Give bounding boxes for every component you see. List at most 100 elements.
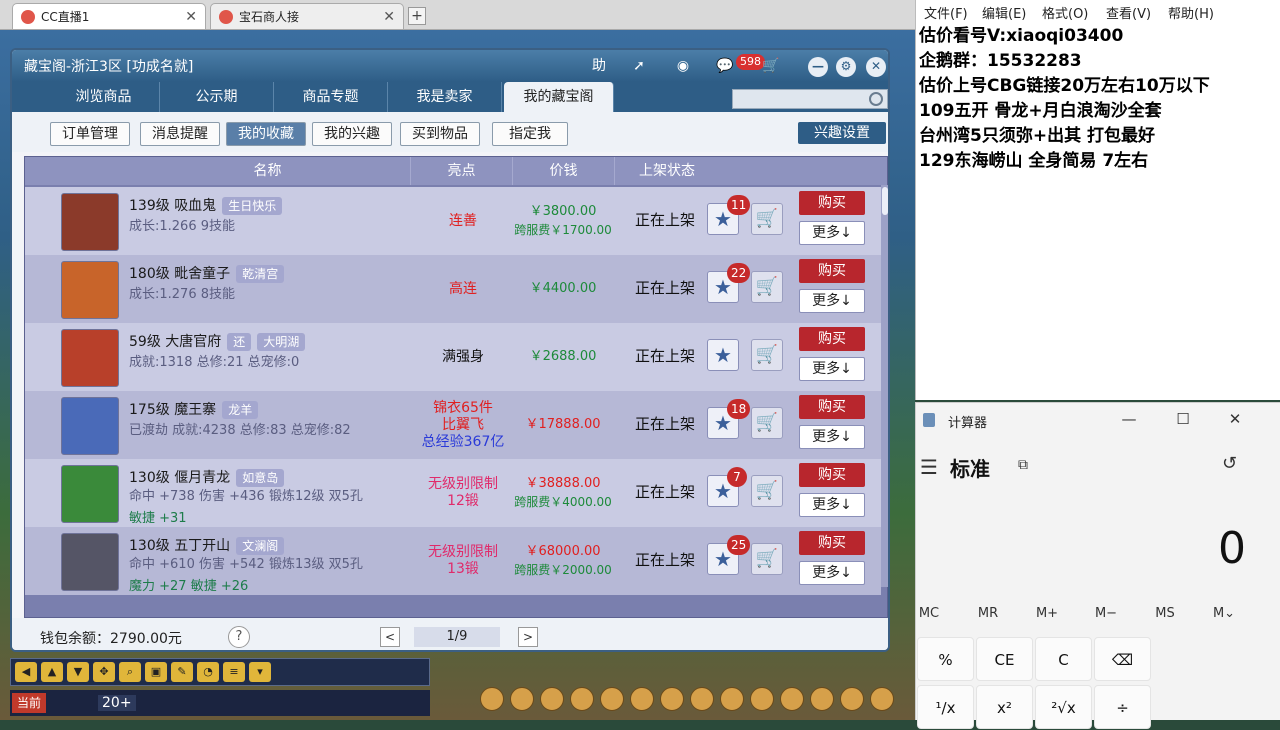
- buy-button[interactable]: 购买: [799, 531, 865, 555]
- cart-icon[interactable]: 🛒: [758, 54, 784, 78]
- scroll-thumb[interactable]: [882, 187, 888, 215]
- help-icon[interactable]: ?: [228, 626, 250, 648]
- notifications-button[interactable]: 消息提醒: [140, 122, 220, 146]
- memory-add-button[interactable]: M+: [1022, 606, 1072, 621]
- shortcut-icon[interactable]: [840, 687, 864, 711]
- more-button[interactable]: 更多↓: [799, 289, 865, 313]
- memory-clear-button[interactable]: MC: [904, 606, 954, 621]
- memory-recall-button[interactable]: MR: [963, 606, 1013, 621]
- assigned-to-me-button[interactable]: 指定我: [492, 122, 568, 146]
- arrow-up-icon[interactable]: ▲: [41, 662, 63, 682]
- square-key[interactable]: x²: [976, 685, 1033, 729]
- shortcut-icon[interactable]: [510, 687, 534, 711]
- list-item[interactable]: 59级 大唐官府还大明湖 成就:1318 总修:21 总宠修:0 满强身 ￥2688.…: [25, 323, 881, 391]
- settings-gear-icon[interactable]: ⚙: [836, 57, 856, 77]
- more-button[interactable]: 更多↓: [799, 221, 865, 245]
- menu-view[interactable]: 查看(V): [1106, 3, 1151, 22]
- more-button[interactable]: 更多↓: [799, 357, 865, 381]
- shortcut-icon[interactable]: [810, 687, 834, 711]
- shortcut-icon[interactable]: [540, 687, 564, 711]
- sqrt-key[interactable]: ²√x: [1035, 685, 1092, 729]
- minimize-button[interactable]: —: [808, 57, 828, 77]
- list-item[interactable]: 175级 魔王寨 龙羊 已渡劫 成就:4238 总修:83 总宠修:82 锦衣65件比…: [25, 391, 881, 459]
- favorite-star-icon[interactable]: ★: [707, 339, 739, 371]
- add-to-cart-icon[interactable]: 🛒: [751, 271, 783, 303]
- interests-button[interactable]: 我的兴趣: [312, 122, 392, 146]
- shortcut-icon[interactable]: [750, 687, 774, 711]
- chat-bubble-icon[interactable]: ◔: [197, 662, 219, 682]
- close-button[interactable]: ✕: [866, 57, 886, 77]
- add-to-cart-icon[interactable]: 🛒: [751, 203, 783, 235]
- prev-page-button[interactable]: <: [380, 627, 400, 647]
- maximize-icon[interactable]: ☐: [1168, 409, 1198, 429]
- more-button[interactable]: 更多↓: [799, 425, 865, 449]
- buy-button[interactable]: 购买: [799, 191, 865, 215]
- share-icon[interactable]: ➚: [626, 54, 652, 78]
- reciprocal-key[interactable]: ¹/x: [917, 685, 974, 729]
- minimize-icon[interactable]: —: [1114, 409, 1144, 429]
- item-avatar[interactable]: [61, 397, 119, 455]
- memory-list-button[interactable]: M⌄: [1199, 606, 1249, 621]
- search-input[interactable]: [732, 89, 888, 109]
- buy-button[interactable]: 购买: [799, 395, 865, 419]
- add-to-cart-icon[interactable]: 🛒: [751, 475, 783, 507]
- menu-format[interactable]: 格式(O): [1042, 3, 1088, 22]
- menu-file[interactable]: 文件(F): [924, 3, 968, 22]
- tab-seller[interactable]: 我是卖家: [388, 82, 502, 112]
- menu-edit[interactable]: 编辑(E): [982, 3, 1026, 22]
- interest-settings-button[interactable]: 兴趣设置: [798, 122, 886, 144]
- scrollbar[interactable]: [881, 185, 888, 587]
- dropdown-icon[interactable]: ▾: [249, 662, 271, 682]
- item-avatar[interactable]: [61, 465, 119, 523]
- shortcut-icon[interactable]: [480, 687, 504, 711]
- shortcut-icon[interactable]: [780, 687, 804, 711]
- record-icon[interactable]: ◉: [670, 54, 696, 78]
- add-to-cart-icon[interactable]: 🛒: [751, 543, 783, 575]
- arrow-down-icon[interactable]: ▼: [67, 662, 89, 682]
- shortcut-icon[interactable]: [630, 687, 654, 711]
- item-avatar[interactable]: [61, 193, 119, 251]
- shortcut-icon[interactable]: [690, 687, 714, 711]
- next-page-button[interactable]: >: [518, 627, 538, 647]
- help-button[interactable]: 助: [586, 54, 612, 78]
- more-button[interactable]: 更多↓: [799, 561, 865, 585]
- chat-mode-button[interactable]: 当前: [12, 693, 46, 713]
- tab-my-pavilion[interactable]: 我的藏宝阁: [504, 82, 614, 112]
- shortcut-icon[interactable]: [660, 687, 684, 711]
- backspace-key[interactable]: ⌫: [1094, 637, 1151, 681]
- list-item[interactable]: 130级 五丁开山 文澜阁 命中 +610 伤害 +542 锻炼13级 双5孔 魔力 …: [25, 527, 881, 595]
- keep-on-top-icon[interactable]: ⧉: [1018, 457, 1028, 473]
- memory-store-button[interactable]: MS: [1140, 606, 1190, 621]
- close-icon[interactable]: ✕: [1220, 409, 1250, 429]
- notepad-text-area[interactable]: 估价看号V:xiaoqi03400 企鹅群：15532283 估价上号CBG链接…: [919, 24, 1279, 174]
- clear-key[interactable]: C: [1035, 637, 1092, 681]
- arrow-left-icon[interactable]: ◀: [15, 662, 37, 682]
- lock-icon[interactable]: ▣: [145, 662, 167, 682]
- list-item[interactable]: 130级 偃月青龙 如意岛 命中 +738 伤害 +436 锻炼12级 双5孔 敏捷 …: [25, 459, 881, 527]
- message-icon[interactable]: 💬: [712, 54, 738, 78]
- move-icon[interactable]: ✥: [93, 662, 115, 682]
- orders-button[interactable]: 订单管理: [50, 122, 130, 146]
- tab-close-icon[interactable]: ✕: [185, 9, 197, 25]
- new-tab-button[interactable]: +: [408, 7, 426, 25]
- list-item[interactable]: 139级 吸血鬼 生日快乐 成长:1.266 9技能 连善 ￥3800.00 跨服费￥17…: [25, 187, 881, 255]
- buy-button[interactable]: 购买: [799, 463, 865, 487]
- item-avatar[interactable]: [61, 329, 119, 387]
- magnifier-icon[interactable]: ⌕: [119, 662, 141, 682]
- tab-close-icon[interactable]: ✕: [383, 9, 395, 25]
- favorites-button[interactable]: 我的收藏: [226, 122, 306, 146]
- shortcut-icon[interactable]: [720, 687, 744, 711]
- divide-key[interactable]: ÷: [1094, 685, 1151, 729]
- memory-subtract-button[interactable]: M−: [1081, 606, 1131, 621]
- item-avatar[interactable]: [61, 261, 119, 319]
- item-avatar[interactable]: [61, 533, 119, 591]
- add-to-cart-icon[interactable]: 🛒: [751, 339, 783, 371]
- history-icon[interactable]: ↺: [1222, 453, 1237, 474]
- purchased-button[interactable]: 买到物品: [400, 122, 480, 146]
- list-icon[interactable]: ≡: [223, 662, 245, 682]
- list-item[interactable]: 180级 毗舍童子 乾清宫 成长:1.276 8技能 高连 ￥4400.00 正在上架 ★ 2…: [25, 255, 881, 323]
- hamburger-menu-icon[interactable]: ☰: [920, 455, 938, 479]
- shortcut-icon[interactable]: [570, 687, 594, 711]
- tab-publicity[interactable]: 公示期: [160, 82, 274, 112]
- more-button[interactable]: 更多↓: [799, 493, 865, 517]
